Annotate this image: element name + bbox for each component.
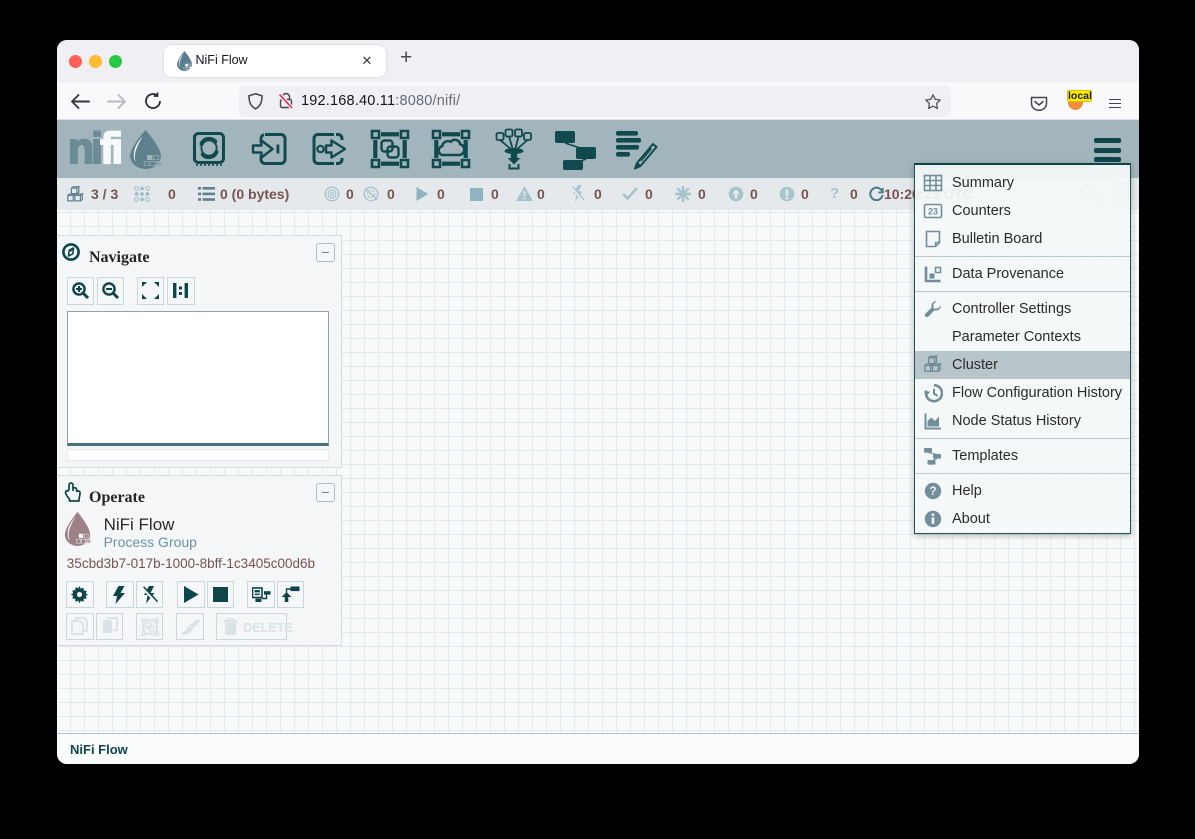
svg-text:23: 23 — [928, 207, 938, 217]
svg-text:?: ? — [929, 486, 936, 498]
